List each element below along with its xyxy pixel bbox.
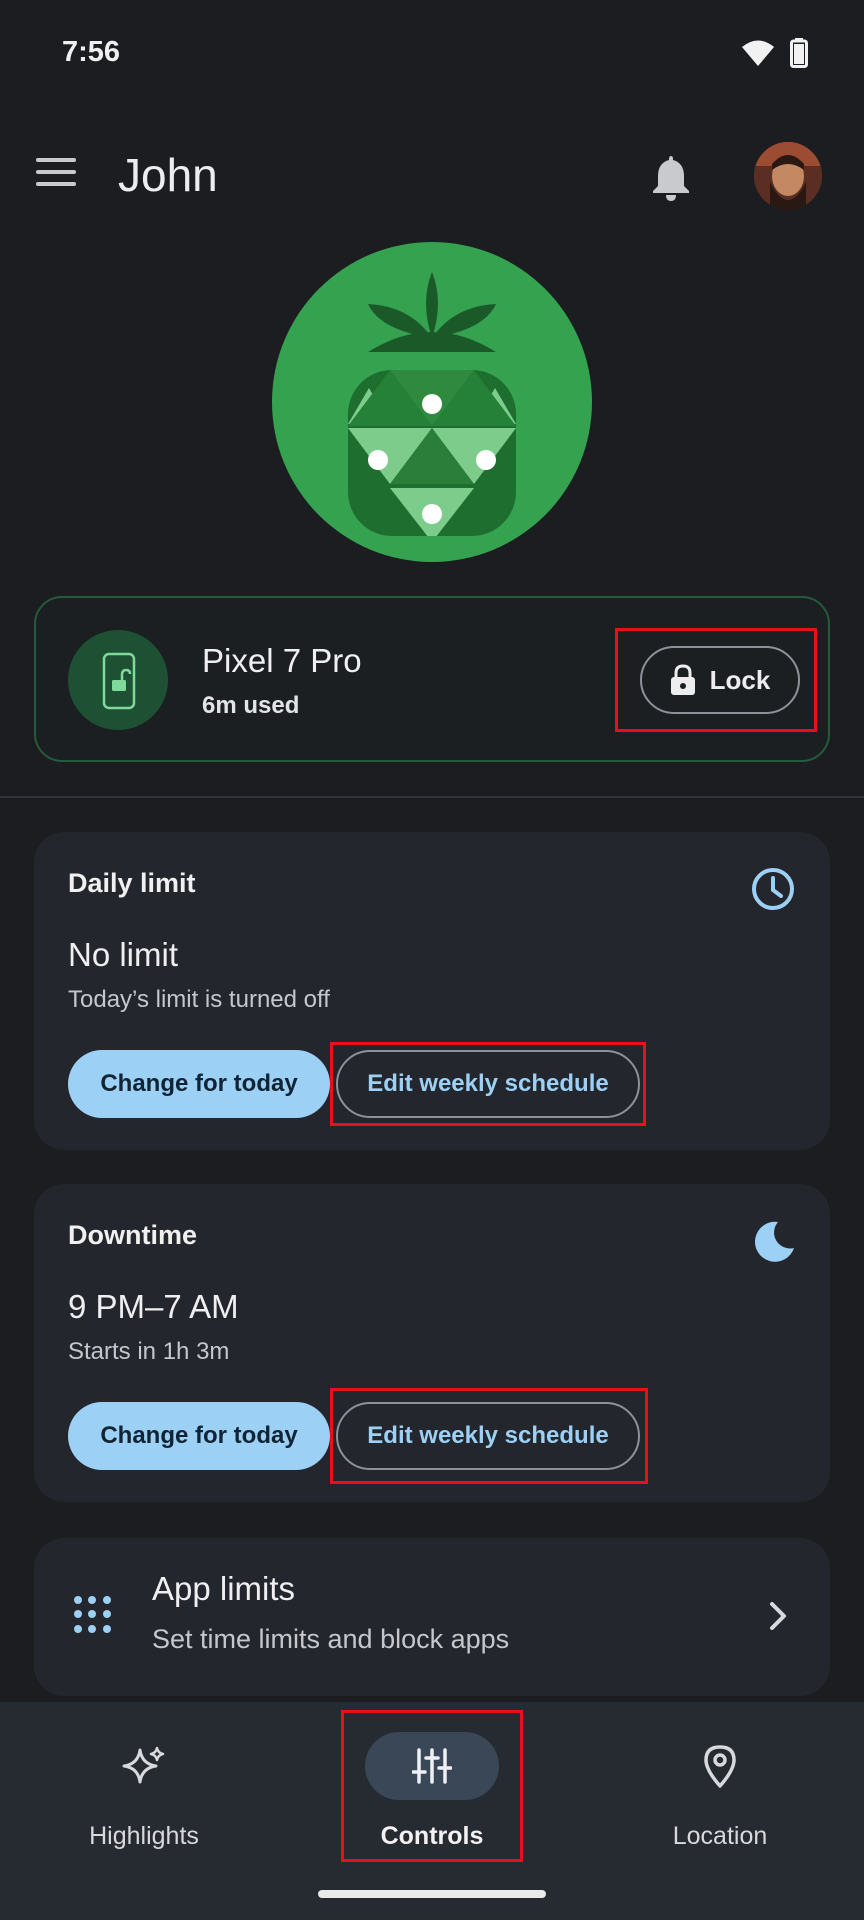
nav-location-label: Location bbox=[672, 1822, 768, 1850]
divider bbox=[0, 796, 864, 798]
downtime-card: Downtime 9 PM–7 AM Starts in 1h 3m Chang… bbox=[34, 1184, 830, 1502]
lock-button-label: Lock bbox=[709, 664, 771, 695]
daily-limit-label: Daily limit bbox=[68, 868, 196, 898]
lock-button[interactable]: Lock bbox=[640, 646, 800, 714]
location-pin-icon bbox=[653, 1732, 787, 1800]
status-icons bbox=[742, 38, 808, 68]
change-for-today-button[interactable]: Change for today bbox=[68, 1050, 330, 1118]
app-limits-title: App limits bbox=[152, 1570, 296, 1607]
pineapple-illustration bbox=[272, 242, 592, 562]
downtime-label: Downtime bbox=[68, 1220, 198, 1250]
chevron-right-icon bbox=[770, 1602, 786, 1630]
wifi-icon bbox=[742, 40, 774, 66]
status-time: 7:56 bbox=[62, 36, 121, 68]
apps-grid-icon bbox=[74, 1596, 112, 1634]
nav-controls[interactable]: Controls bbox=[288, 1702, 576, 1882]
downtime-value: 9 PM–7 AM bbox=[68, 1288, 239, 1325]
battery-icon bbox=[790, 38, 808, 68]
nav-controls-label: Controls bbox=[380, 1822, 484, 1850]
nav-highlights-label: Highlights bbox=[89, 1822, 199, 1850]
daily-limit-subtitle: Today’s limit is turned off bbox=[68, 986, 330, 1013]
sliders-icon bbox=[365, 1732, 499, 1800]
daily-limit-value: No limit bbox=[68, 936, 179, 973]
moon-icon bbox=[754, 1221, 794, 1262]
app-limits-subtitle: Set time limits and block apps bbox=[152, 1624, 510, 1654]
device-usage: 6m used bbox=[202, 692, 300, 719]
notification-bell-icon[interactable] bbox=[648, 152, 694, 202]
daily-limit-card: Daily limit No limit Today’s limit is tu… bbox=[34, 832, 830, 1150]
page-title: John bbox=[118, 149, 218, 201]
downtime-subtitle: Starts in 1h 3m bbox=[68, 1338, 230, 1365]
device-card[interactable]: Pixel 7 Pro 6m used Lock bbox=[34, 596, 830, 762]
edit-weekly-schedule-button[interactable]: Edit weekly schedule bbox=[336, 1050, 640, 1118]
app-bar: John bbox=[0, 130, 864, 220]
status-bar: 7:56 bbox=[0, 0, 864, 110]
clock-icon bbox=[752, 868, 794, 910]
avatar[interactable] bbox=[754, 142, 822, 210]
phone-unlocked-icon bbox=[68, 630, 168, 730]
device-name: Pixel 7 Pro bbox=[202, 642, 362, 679]
nav-highlights[interactable]: Highlights bbox=[0, 1702, 288, 1882]
bottom-navigation: Highlights Controls Location bbox=[0, 1702, 864, 1920]
menu-icon[interactable] bbox=[36, 158, 82, 194]
sparkle-icon bbox=[77, 1732, 211, 1800]
home-indicator[interactable] bbox=[318, 1890, 546, 1898]
lock-icon bbox=[670, 664, 695, 695]
app-limits-card[interactable]: App limits Set time limits and block app… bbox=[34, 1538, 830, 1696]
nav-location[interactable]: Location bbox=[576, 1702, 864, 1882]
downtime-change-for-today-button[interactable]: Change for today bbox=[68, 1402, 330, 1470]
downtime-edit-weekly-schedule-button[interactable]: Edit weekly schedule bbox=[336, 1402, 640, 1470]
